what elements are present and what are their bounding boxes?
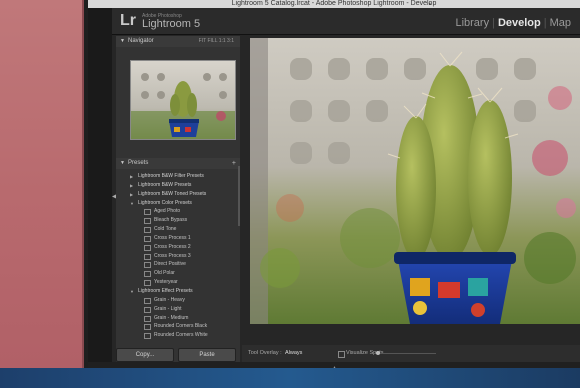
left-panel: ▼ Navigator FIT FILL 1:1 3:1 ▼ Presets +… bbox=[116, 36, 240, 362]
module-library[interactable]: Library bbox=[452, 17, 492, 29]
collapse-triangle-icon: ▼ bbox=[120, 160, 125, 166]
navigator-title: Navigator bbox=[128, 38, 154, 44]
preset-folder[interactable]: ▶ Lightroom B&W Presets bbox=[126, 181, 232, 190]
dock-background bbox=[0, 368, 580, 388]
collapse-triangle-icon: ▼ bbox=[130, 288, 134, 294]
preset-icon bbox=[144, 280, 151, 287]
navigator-thumbnail-image bbox=[131, 61, 235, 139]
presets-title: Presets bbox=[128, 160, 149, 166]
preset-item[interactable]: Cross Process 1 bbox=[126, 234, 232, 243]
preset-folder-label: Lightroom Color Presets bbox=[138, 199, 192, 206]
brand-text: Adobe Photoshop Lightroom 5 bbox=[142, 13, 200, 30]
preset-item[interactable]: Grain - Medium bbox=[126, 314, 232, 323]
preset-folder[interactable]: ▼ Lightroom Color Presets bbox=[126, 199, 232, 208]
navigator-header[interactable]: ▼ Navigator FIT FILL 1:1 3:1 bbox=[116, 36, 240, 47]
preset-icon bbox=[144, 209, 151, 216]
preset-icon bbox=[144, 324, 151, 331]
preset-folder-label: Lightroom B&W Toned Presets bbox=[138, 190, 207, 197]
preset-label: Yesteryear bbox=[154, 279, 178, 286]
preset-icon bbox=[144, 253, 151, 260]
expand-triangle-icon: ▶ bbox=[130, 182, 134, 188]
expand-triangle-icon: ▶ bbox=[130, 174, 134, 179]
desktop-background bbox=[0, 0, 84, 388]
preset-item[interactable]: Aged Photo bbox=[126, 207, 232, 216]
module-picker: Library | Develop | Map bbox=[452, 17, 574, 29]
module-map[interactable]: Map bbox=[547, 17, 574, 29]
paste-button[interactable]: Paste bbox=[178, 348, 236, 362]
tool-overlay-select[interactable]: Always bbox=[285, 345, 302, 362]
preset-label: Cross Process 1 bbox=[154, 234, 191, 241]
left-edge-strip bbox=[88, 8, 112, 368]
preset-item[interactable]: Old Polar bbox=[126, 269, 232, 278]
navigator-preview[interactable] bbox=[130, 60, 236, 140]
preset-item[interactable]: Grain - Heavy bbox=[126, 296, 232, 305]
preset-label: Cross Process 2 bbox=[154, 243, 191, 250]
preset-label: Grain - Heavy bbox=[154, 296, 185, 303]
preset-label: Cross Process 3 bbox=[154, 252, 191, 259]
preset-item[interactable]: Rounded Corners White bbox=[126, 331, 232, 340]
preset-folder[interactable]: ▶ Lightroom B&W Toned Presets bbox=[126, 190, 232, 199]
collapse-triangle-icon: ▼ bbox=[120, 38, 125, 44]
zoom-1-1[interactable]: 1:1 bbox=[219, 38, 226, 44]
preset-icon bbox=[144, 315, 151, 322]
preset-item[interactable]: Bleach Bypass bbox=[126, 216, 232, 225]
zoom-3-1[interactable]: 3:1 bbox=[227, 38, 234, 44]
preset-label: Direct Positive bbox=[154, 261, 186, 268]
preset-label: Rounded Corners White bbox=[154, 332, 208, 339]
presets-header-bar: ▼ Presets + bbox=[116, 158, 240, 169]
preset-label: Aged Photo bbox=[154, 208, 181, 215]
module-develop[interactable]: Develop bbox=[495, 17, 544, 29]
preset-item[interactable]: Yesteryear bbox=[126, 278, 232, 287]
preset-icon bbox=[144, 297, 151, 304]
preset-folder[interactable]: ▼ Lightroom Effect Presets bbox=[126, 287, 232, 296]
navigator-zoom-options: FIT FILL 1:1 3:1 bbox=[199, 36, 234, 47]
presets-header[interactable]: ▼ Presets + bbox=[116, 158, 240, 169]
preset-label: Grain - Medium bbox=[154, 314, 189, 321]
zoom-fill[interactable]: FILL bbox=[207, 38, 217, 44]
slider-knob[interactable] bbox=[376, 351, 380, 355]
zoom-fit[interactable]: FIT bbox=[199, 38, 206, 44]
preset-icon bbox=[144, 262, 151, 269]
preset-folder-label: Lightroom Effect Presets bbox=[138, 287, 193, 294]
lightroom-logo: Lr bbox=[120, 12, 136, 29]
preset-icon bbox=[144, 227, 151, 234]
preset-item[interactable]: Grain - Light bbox=[126, 305, 232, 314]
visualize-spots-slider[interactable] bbox=[376, 351, 436, 355]
preset-icon bbox=[144, 244, 151, 251]
copy-paste-bar: Copy... Paste bbox=[116, 348, 240, 362]
preset-folder-label: Lightroom B&W Presets bbox=[138, 181, 192, 188]
preset-label: Cold Tone bbox=[154, 226, 177, 233]
visualize-spots-checkbox[interactable] bbox=[338, 351, 345, 358]
preset-item[interactable]: Cross Process 3 bbox=[126, 252, 232, 261]
preset-item[interactable]: Direct Positive bbox=[126, 260, 232, 269]
preset-label: Bleach Bypass bbox=[154, 217, 188, 224]
brand-name: Lightroom 5 bbox=[142, 18, 201, 30]
collapse-triangle-icon: ▼ bbox=[130, 200, 134, 206]
preset-icon bbox=[144, 271, 151, 278]
preset-scrollbar[interactable] bbox=[238, 166, 240, 226]
preset-item[interactable]: Rounded Corners Black bbox=[126, 322, 232, 331]
top-panel-toggle-icon[interactable]: ▲ bbox=[428, 1, 432, 6]
preset-icon bbox=[144, 235, 151, 242]
preset-icon bbox=[144, 218, 151, 225]
preset-item[interactable]: Cold Tone bbox=[126, 225, 232, 234]
preset-list: ▶ Lightroom B&W Filter Presets ▶ Lightroom… bbox=[126, 172, 232, 340]
copy-button[interactable]: Copy... bbox=[116, 348, 174, 362]
cactus-photo-image bbox=[250, 38, 580, 324]
preset-folder[interactable]: ▶ Lightroom B&W Filter Presets bbox=[126, 172, 232, 181]
lightroom-window: Lightroom 5 Catalog.lrcat - Adobe Photos… bbox=[88, 0, 580, 388]
preset-icon bbox=[144, 306, 151, 313]
preset-label: Old Polar bbox=[154, 270, 175, 277]
preset-folder-label: Lightroom B&W Filter Presets bbox=[138, 173, 204, 179]
preset-label: Grain - Light bbox=[154, 305, 182, 312]
develop-toolbar: Tool Overlay : Always Visualize Spots bbox=[242, 345, 580, 362]
identity-plate: Lr Adobe Photoshop Lightroom 5 Library | D… bbox=[112, 8, 580, 35]
main-photo[interactable] bbox=[250, 38, 580, 324]
add-preset-icon[interactable]: + bbox=[232, 158, 236, 169]
preset-icon bbox=[144, 333, 151, 340]
preset-label: Rounded Corners Black bbox=[154, 323, 208, 330]
preset-item[interactable]: Cross Process 2 bbox=[126, 243, 232, 252]
tool-overlay-label: Tool Overlay : bbox=[248, 350, 282, 356]
expand-triangle-icon: ▶ bbox=[130, 191, 134, 197]
